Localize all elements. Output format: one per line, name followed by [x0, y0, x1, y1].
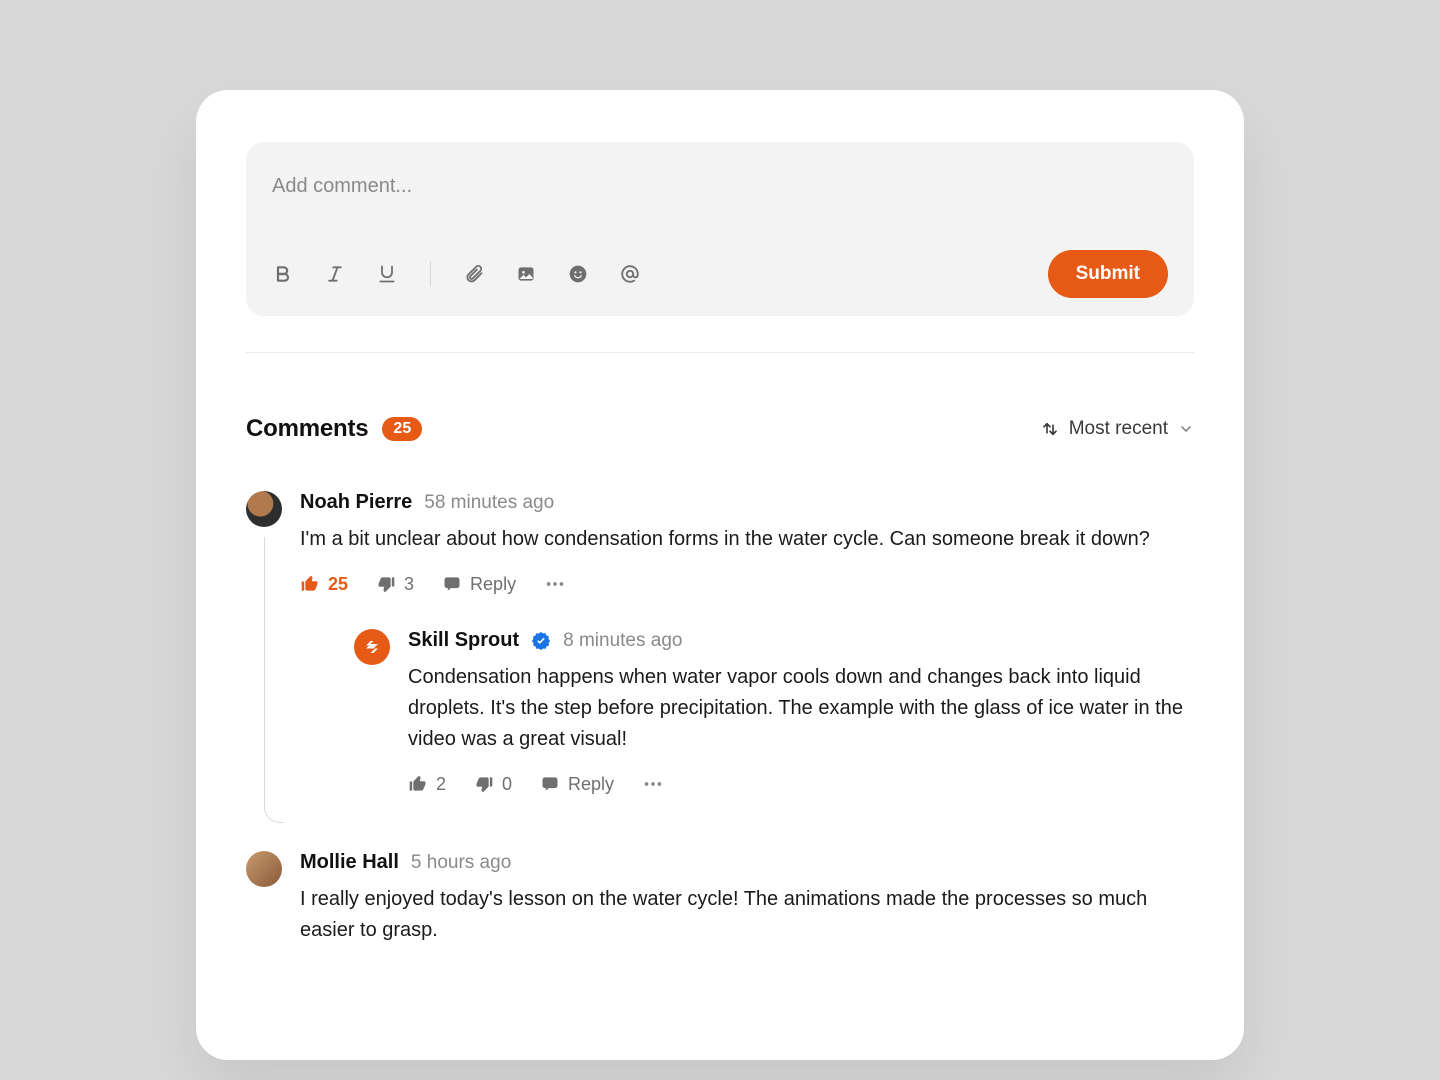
thumb-down-icon: [474, 774, 494, 794]
upvote-count: 2: [436, 774, 446, 795]
comment-text: Condensation happens when water vapor co…: [408, 662, 1194, 755]
comment-author[interactable]: Noah Pierre: [300, 491, 412, 514]
downvote-count: 0: [502, 774, 512, 795]
comment-composer: Submit: [246, 142, 1194, 316]
comments-count-badge: 25: [382, 417, 422, 441]
thread-connector: [264, 537, 284, 823]
format-toolbar: [272, 261, 641, 287]
comment-item: Mollie Hall 5 hours ago I really enjoyed…: [246, 851, 1194, 946]
toolbar-separator: [430, 261, 431, 287]
image-icon[interactable]: [515, 263, 537, 285]
verified-badge-icon: [531, 631, 551, 651]
brand-logo-icon: [363, 638, 381, 656]
reply-icon: [540, 774, 560, 794]
reply-label: Reply: [470, 574, 516, 595]
reply-button[interactable]: Reply: [540, 774, 614, 795]
comment-actions: 2 0 Reply: [408, 773, 1194, 795]
upvote-button[interactable]: 25: [300, 574, 348, 595]
at-sign-icon[interactable]: [619, 263, 641, 285]
sort-arrows-icon: [1041, 420, 1059, 438]
more-button[interactable]: [642, 773, 664, 795]
comment-time: 8 minutes ago: [563, 630, 682, 652]
comments-list: Noah Pierre 58 minutes ago I'm a bit unc…: [246, 491, 1194, 946]
bold-icon[interactable]: [272, 263, 294, 285]
comment-body: Mollie Hall 5 hours ago I really enjoyed…: [300, 851, 1194, 946]
comments-card: Submit Comments 25 Most recent Noah Pier…: [196, 90, 1244, 1060]
more-icon: [642, 773, 664, 795]
emoji-icon[interactable]: [567, 263, 589, 285]
header-left: Comments 25: [246, 415, 422, 443]
avatar[interactable]: [246, 491, 282, 527]
upvote-button[interactable]: 2: [408, 774, 446, 795]
chevron-down-icon: [1178, 421, 1194, 437]
downvote-button[interactable]: 3: [376, 574, 414, 595]
italic-icon[interactable]: [324, 263, 346, 285]
more-button[interactable]: [544, 573, 566, 595]
thumb-up-icon: [408, 774, 428, 794]
comment-head: Noah Pierre 58 minutes ago: [300, 491, 1194, 514]
comment-head: Mollie Hall 5 hours ago: [300, 851, 1194, 874]
downvote-button[interactable]: 0: [474, 774, 512, 795]
paperclip-icon[interactable]: [463, 263, 485, 285]
reply-icon: [442, 574, 462, 594]
comment-time: 58 minutes ago: [424, 492, 554, 514]
submit-button[interactable]: Submit: [1048, 250, 1168, 298]
more-icon: [544, 573, 566, 595]
composer-toolbar-row: Submit: [272, 250, 1168, 298]
comment-body: Noah Pierre 58 minutes ago I'm a bit unc…: [300, 491, 1194, 795]
thumb-down-icon: [376, 574, 396, 594]
comment-input[interactable]: [272, 168, 1168, 204]
downvote-count: 3: [404, 574, 414, 595]
avatar[interactable]: [354, 629, 390, 665]
comment-body: Skill Sprout 8 minutes ago Condensation …: [408, 629, 1194, 795]
comment-text: I really enjoyed today's lesson on the w…: [300, 884, 1194, 946]
comment-actions: 25 3 Reply: [300, 573, 1194, 595]
avatar[interactable]: [246, 851, 282, 887]
reply-thread: Skill Sprout 8 minutes ago Condensation …: [354, 629, 1194, 795]
comment-head: Skill Sprout 8 minutes ago: [408, 629, 1194, 652]
upvote-count: 25: [328, 574, 348, 595]
comment-text: I'm a bit unclear about how condensation…: [300, 524, 1194, 555]
reply-label: Reply: [568, 774, 614, 795]
comment-time: 5 hours ago: [411, 852, 511, 874]
section-divider: [246, 352, 1194, 353]
comment-item: Skill Sprout 8 minutes ago Condensation …: [354, 629, 1194, 795]
sort-dropdown[interactable]: Most recent: [1041, 418, 1194, 440]
underline-icon[interactable]: [376, 263, 398, 285]
comments-header: Comments 25 Most recent: [246, 415, 1194, 443]
reply-button[interactable]: Reply: [442, 574, 516, 595]
comment-author[interactable]: Skill Sprout: [408, 629, 519, 652]
comments-title: Comments: [246, 415, 368, 443]
sort-label: Most recent: [1069, 418, 1168, 440]
comment-item: Noah Pierre 58 minutes ago I'm a bit unc…: [246, 491, 1194, 795]
thumb-up-icon: [300, 574, 320, 594]
comment-author[interactable]: Mollie Hall: [300, 851, 399, 874]
